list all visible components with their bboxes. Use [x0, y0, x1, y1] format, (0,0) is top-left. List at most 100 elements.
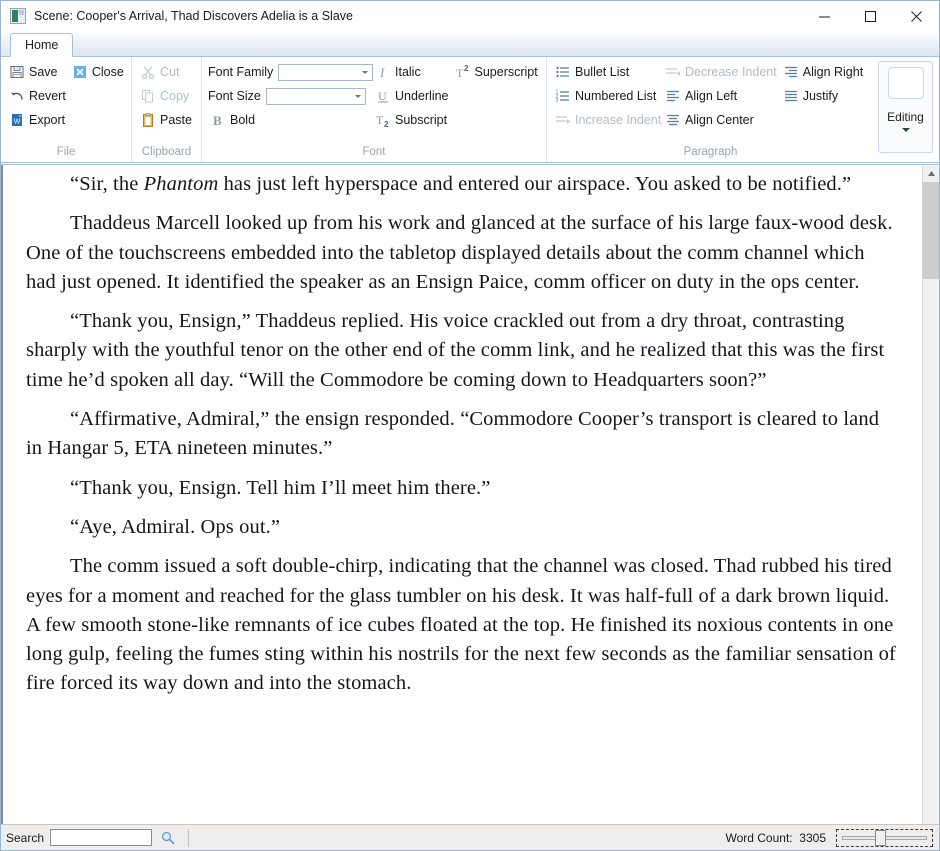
minimize-button[interactable] [801, 1, 847, 31]
align-left-button[interactable]: Align Left [663, 85, 781, 107]
copy-label: Copy [160, 89, 190, 103]
close-document-button[interactable]: Close [70, 61, 128, 83]
increase-indent-button[interactable]: Increase Indent [553, 109, 663, 131]
chevron-down-icon [354, 94, 361, 98]
cut-icon [140, 64, 156, 80]
export-label: Export [29, 113, 66, 127]
tab-home[interactable]: Home [10, 33, 74, 57]
copy-button[interactable]: Copy [138, 85, 196, 107]
zoom-slider-thumb[interactable] [875, 829, 886, 846]
font-family-label: Font Family [208, 65, 274, 79]
paste-button[interactable]: Paste [138, 109, 196, 131]
paragraph-1-post: has just left hyperspace and entered our… [218, 173, 852, 195]
paragraph-1-pre: “Sir, the [70, 173, 144, 195]
cut-button[interactable]: Cut [138, 61, 196, 83]
window-title: Scene: Cooper's Arrival, Thad Discovers … [34, 9, 353, 23]
status-separator [188, 828, 190, 847]
svg-text:T: T [456, 66, 464, 80]
underline-icon: U [375, 88, 391, 104]
paragraph-1: “Sir, the Phantom has just left hyperspa… [26, 170, 896, 199]
bold-button[interactable]: B Bold [208, 109, 373, 131]
justify-label: Justify [802, 89, 839, 103]
underline-label: Underline [395, 89, 449, 103]
font-family-row: Font Family [208, 61, 373, 83]
search-label: Search [6, 830, 45, 845]
superscript-label: Superscript [474, 65, 538, 79]
export-button[interactable]: W Export [7, 109, 70, 131]
ribbon-group-file: Save Revert W Export Close File [1, 57, 131, 162]
italic-label: Italic [395, 65, 421, 79]
word-count-label: Word Count: [725, 830, 793, 845]
justify-icon [783, 88, 799, 104]
decrease-indent-icon [665, 64, 681, 80]
align-center-button[interactable]: Align Center [663, 109, 781, 131]
align-right-button[interactable]: Align Right [781, 61, 868, 83]
paste-icon [140, 112, 156, 128]
paragraph-6: “Aye, Admiral. Ops out.” [70, 515, 281, 538]
increase-indent-icon [555, 112, 571, 128]
bold-icon: B [210, 112, 226, 128]
revert-button[interactable]: Revert [7, 85, 70, 107]
bullet-list-button[interactable]: Bullet List [553, 61, 663, 83]
font-size-select[interactable] [265, 87, 366, 105]
font-size-row: Font Size [208, 85, 373, 107]
status-bar: Search Word Count: 3305 [1, 824, 939, 850]
title-bar: Scene: Cooper's Arrival, Thad Discovers … [1, 1, 939, 31]
paragraph-7: The comm issued a soft double-chirp, ind… [26, 555, 896, 695]
document-icon [10, 8, 26, 24]
zoom-slider[interactable] [836, 828, 933, 847]
document-editor[interactable]: “Sir, the Phantom has just left hyperspa… [1, 165, 922, 824]
align-left-label: Align Left [685, 89, 738, 103]
align-left-icon [665, 88, 681, 104]
close-x-icon [72, 64, 88, 80]
align-center-icon [665, 112, 681, 128]
scrollbar-thumb[interactable] [923, 182, 939, 279]
subscript-label: Subscript [395, 113, 448, 127]
scroll-up-button[interactable] [923, 165, 939, 182]
vertical-scrollbar[interactable] [922, 165, 939, 824]
save-button[interactable]: Save [7, 61, 70, 83]
search-input[interactable] [50, 829, 153, 846]
maximize-button[interactable] [847, 1, 893, 31]
save-icon [9, 64, 25, 80]
save-label: Save [29, 65, 58, 79]
chevron-down-icon [901, 128, 910, 132]
italic-button[interactable]: I Italic [373, 61, 453, 83]
svg-text:T: T [376, 113, 384, 127]
ribbon-tab-strip: Home [1, 31, 939, 57]
underline-button[interactable]: U Underline [373, 85, 453, 107]
document-area: “Sir, the Phantom has just left hyperspa… [1, 164, 939, 824]
numbered-list-label: Numbered List [575, 89, 657, 103]
justify-button[interactable]: Justify [781, 85, 868, 107]
group-label-font: Font [362, 146, 386, 158]
revert-icon [9, 88, 25, 104]
search-icon [161, 831, 175, 844]
window-controls [801, 1, 939, 31]
subscript-button[interactable]: T2 Subscript [373, 109, 453, 131]
editing-icon [887, 67, 924, 99]
word-count: Word Count: 3305 [725, 831, 826, 845]
numbered-list-button[interactable]: 1 2 3 Numbered List [553, 85, 663, 107]
align-center-label: Align Center [685, 113, 754, 127]
paragraph-1-emphasis: Phantom [143, 173, 219, 195]
paragraph-4: “Affirmative, Admiral,” the ensign respo… [26, 408, 880, 460]
svg-text:3: 3 [556, 98, 559, 104]
font-size-label: Font Size [208, 89, 261, 103]
group-label-clipboard: Clipboard [141, 146, 192, 158]
word-count-value: 3305 [799, 830, 826, 845]
tab-home-label: Home [25, 38, 59, 52]
paragraph-5: “Thank you, Ensign. Tell him I’ll meet h… [70, 476, 491, 499]
paragraph-3: “Thank you, Ensign,” Thaddeus replied. H… [26, 310, 885, 391]
close-button[interactable] [893, 1, 939, 31]
svg-text:2: 2 [384, 120, 389, 128]
close-document-label: Close [91, 65, 124, 79]
superscript-icon: T2 [455, 64, 471, 80]
font-family-select[interactable] [278, 63, 373, 81]
editing-button[interactable]: Editing [878, 61, 933, 153]
superscript-button[interactable]: T2 Superscript [453, 61, 541, 83]
decrease-indent-button[interactable]: Decrease Indent [663, 61, 781, 83]
ribbon-group-clipboard: Cut Copy Paste Clipboard [131, 57, 201, 162]
search-button[interactable] [156, 827, 181, 848]
svg-text:I: I [379, 65, 385, 80]
increase-indent-label: Increase Indent [575, 113, 662, 127]
